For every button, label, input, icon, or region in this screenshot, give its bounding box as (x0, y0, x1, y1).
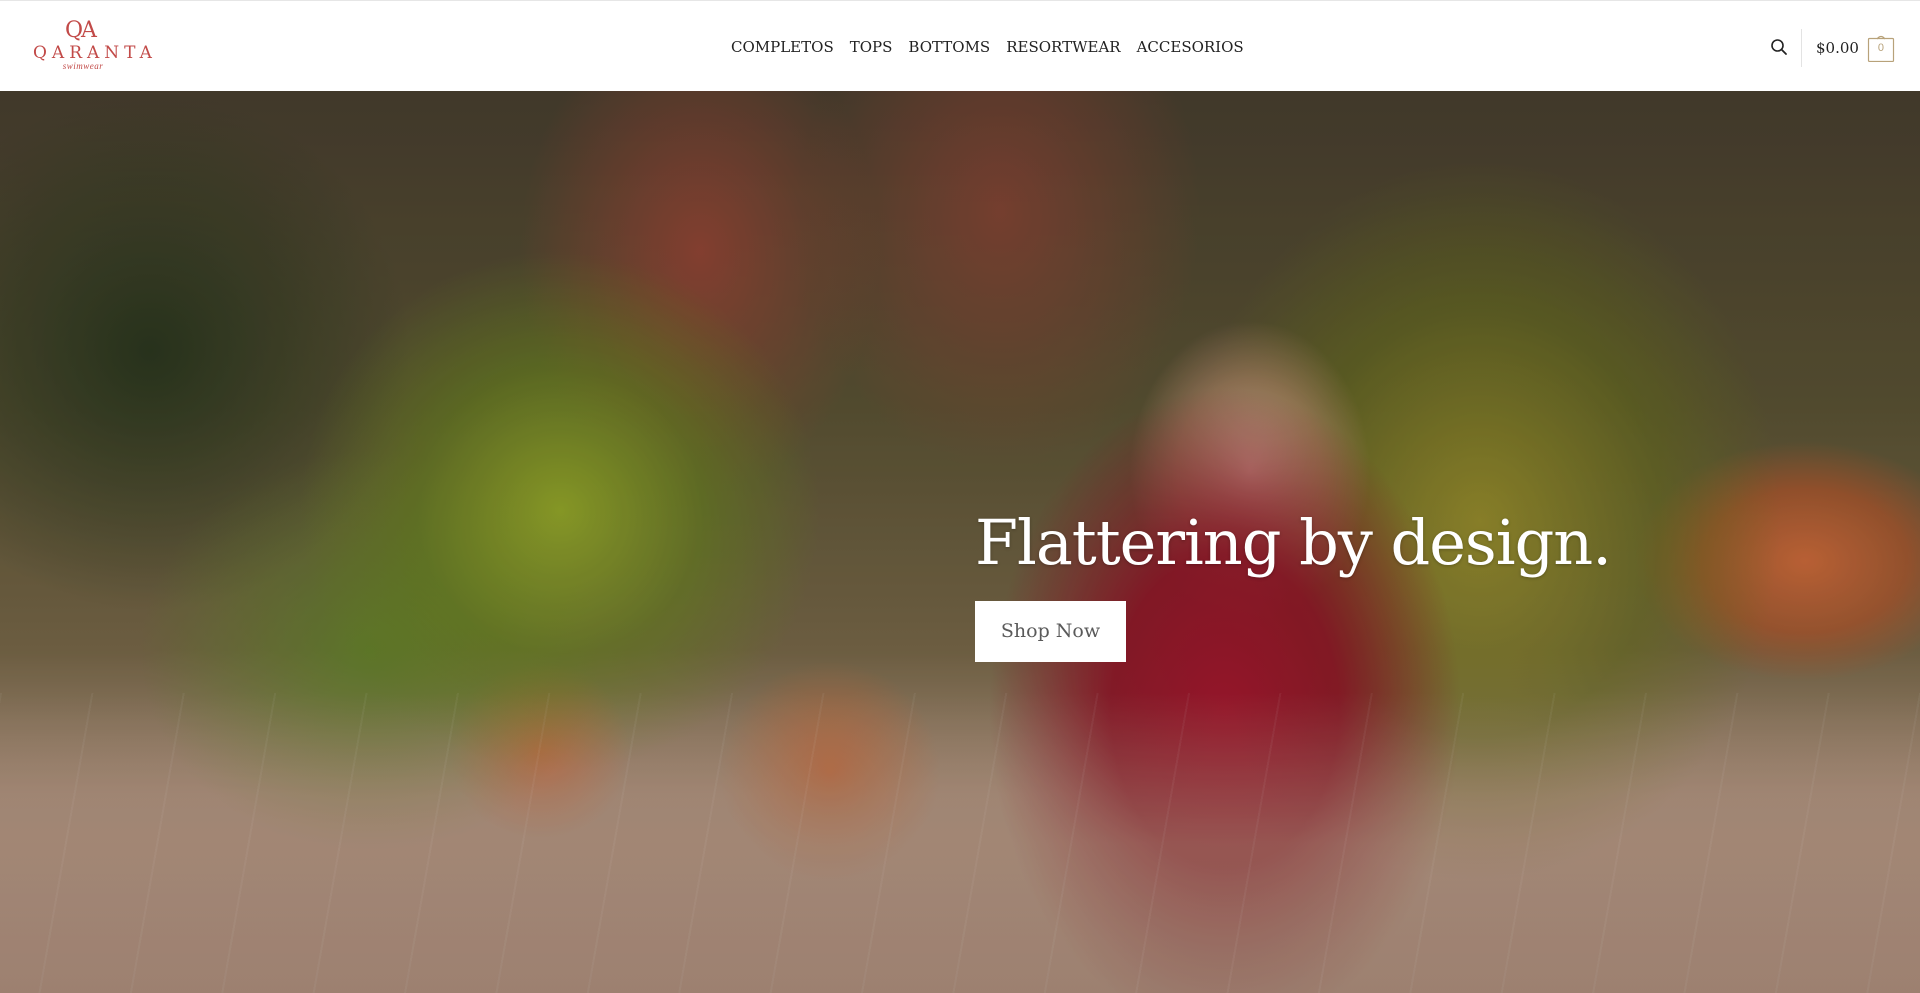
nav-item-resortwear[interactable]: RESORTWEAR (998, 37, 1128, 57)
brand-wordmark: QARANTA (33, 43, 157, 63)
page: Q A QARANTA swimwear COMPLETOS TOPS BOTT… (0, 0, 1920, 993)
shopping-bag-icon: 0 (1867, 34, 1895, 63)
nav-item-tops[interactable]: TOPS (842, 37, 901, 57)
nav-item-bottoms[interactable]: BOTTOMS (900, 37, 998, 57)
hero-content: Flattering by design. Shop Now (975, 504, 1612, 662)
search-icon (1771, 39, 1787, 55)
search-button[interactable] (1770, 38, 1790, 58)
cart-button[interactable]: $0.00 0 (1816, 33, 1895, 63)
shop-now-button[interactable]: Shop Now (975, 601, 1126, 662)
hero-banner: Flattering by design. Shop Now (0, 91, 1920, 993)
brand-tagline: swimwear (62, 61, 104, 71)
hero-headline: Flattering by design. (975, 506, 1612, 579)
nav-item-completos[interactable]: COMPLETOS (731, 37, 842, 57)
qa-monogram-icon: Q A (65, 18, 98, 42)
site-header: Q A QARANTA swimwear COMPLETOS TOPS BOTT… (0, 0, 1920, 91)
header-divider (1801, 29, 1802, 67)
nav-item-accesorios[interactable]: ACCESORIOS (1129, 37, 1252, 57)
cart-count-badge: 0 (1877, 42, 1885, 54)
svg-text:A: A (80, 18, 98, 42)
cart-total: $0.00 (1816, 39, 1859, 57)
brand-logo[interactable]: Q A QARANTA swimwear (29, 16, 157, 78)
main-nav: COMPLETOS TOPS BOTTOMS RESORTWEAR ACCESO… (731, 37, 1252, 57)
hero-photo-overlay (0, 91, 1920, 993)
